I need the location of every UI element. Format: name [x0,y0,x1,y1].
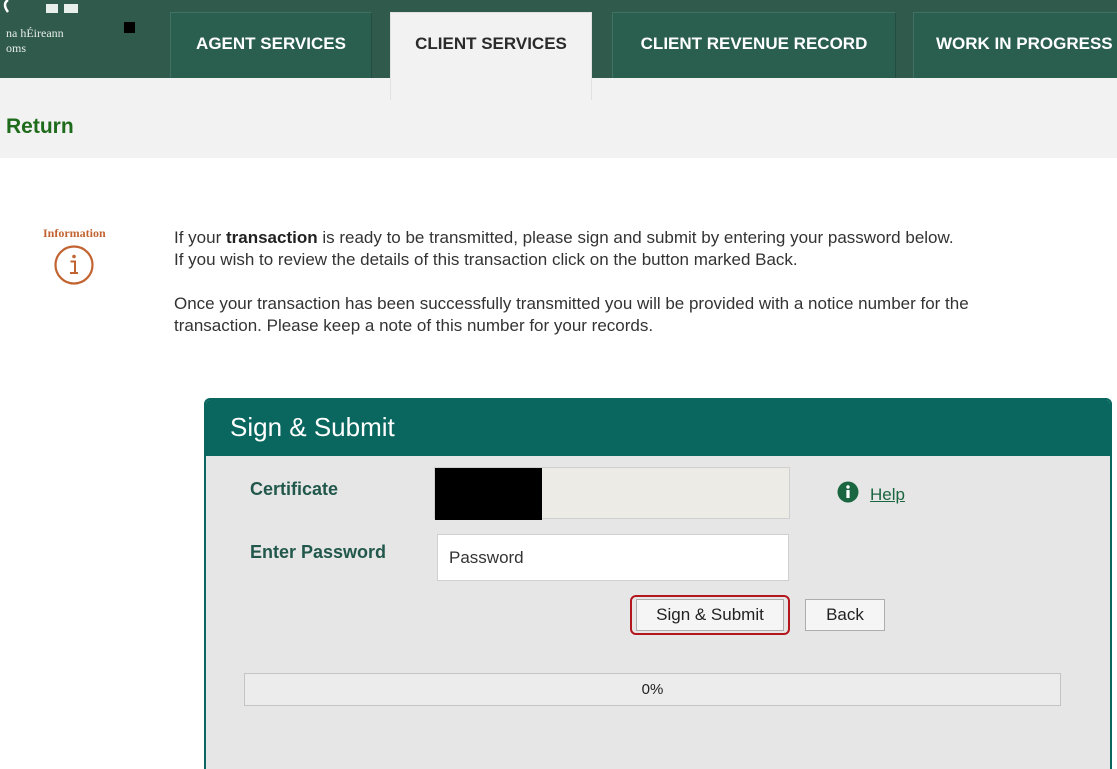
back-button[interactable]: Back [805,599,885,631]
certificate-field [434,467,790,520]
notice-line-1: Once your transaction has been successfu… [174,294,969,313]
sign-submit-button[interactable]: Sign & Submit [636,599,784,631]
tab-client-services[interactable]: CLIENT SERVICES [390,12,592,100]
tab-work-in-progress[interactable]: WORK IN PROGRESS [913,12,1117,78]
tab-agent-services[interactable]: AGENT SERVICES [170,12,372,78]
transaction-emphasis: transaction [225,228,318,247]
help-link[interactable]: Help [870,485,905,505]
sign-submit-panel: Sign & Submit [204,398,1112,769]
certificate-label: Certificate [250,479,339,499]
menu-square-icon[interactable] [124,22,135,33]
logo-text: na hÉireann oms [6,26,64,55]
progress-bar: 0% [244,673,1061,706]
logo-icon [3,0,78,13]
notice-paragraph: Once your transaction has been successfu… [174,293,1114,337]
instruction-line-2: If you wish to review the details of thi… [174,250,798,269]
info-icon [54,245,94,285]
password-label: Enter Password [250,542,387,562]
panel-title: Sign & Submit [206,400,1110,456]
instruction-paragraph: If your transaction is ready to be trans… [174,227,1114,271]
password-input[interactable] [437,534,789,581]
redaction-block [435,468,542,520]
progress-label: 0% [641,681,664,698]
page-title: Return [6,115,74,138]
information-label: Information [43,226,106,240]
notice-line-2: transaction. Please keep a note of this … [174,316,654,335]
tab-client-revenue-record[interactable]: CLIENT REVENUE RECORD [612,12,896,78]
info-circle-icon[interactable] [837,481,859,503]
instruction-line-1: If your transaction is ready to be trans… [174,228,954,247]
